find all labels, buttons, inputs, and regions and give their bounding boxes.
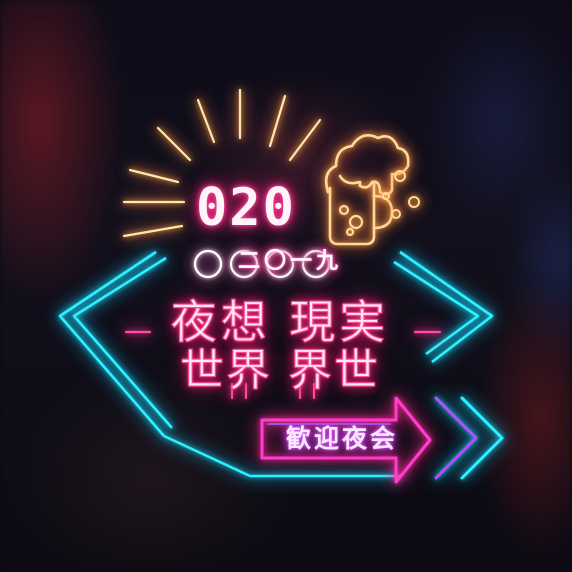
title-line-2: 世界 界世 [180,345,380,397]
year-digits: 020 [196,178,296,238]
welcome-label: 歓迎夜会 [285,424,398,453]
poster-canvas: 020 二〇一九 夜想 現実 世界 界世 歓迎夜会 [0,0,572,572]
year-chinese: 二〇一九 [237,249,342,274]
